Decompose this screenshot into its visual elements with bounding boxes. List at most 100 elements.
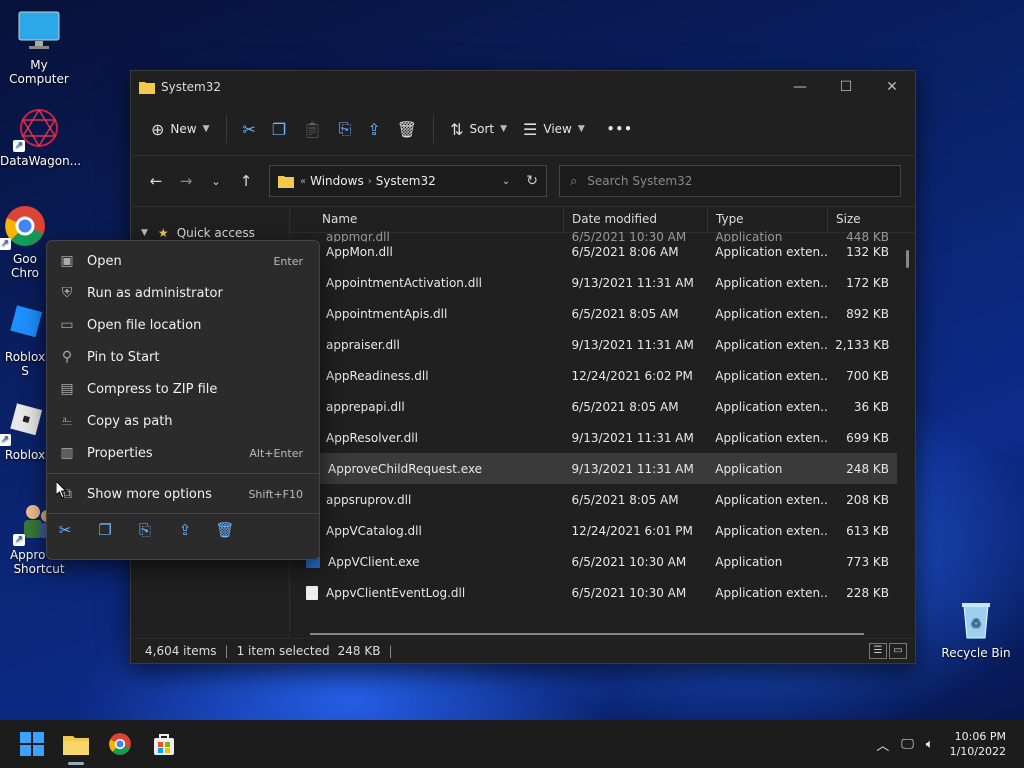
file-type: Application (715, 461, 783, 476)
menu-item-show-more-options[interactable]: ⧉ Show more options Shift+F10 (47, 478, 319, 510)
table-row[interactable]: AppResolver.dll 9/13/2021 11:31 AM Applica… (290, 422, 897, 453)
file-size: 773 KB (846, 554, 889, 569)
details-view-button[interactable]: ☰ (869, 643, 887, 659)
table-row[interactable]: AppointmentApis.dll 6/5/2021 8:05 AM Appli… (290, 298, 897, 329)
taskbar-file-explorer[interactable] (54, 720, 98, 768)
column-size[interactable]: Size (828, 206, 898, 232)
dll-file-icon (306, 585, 318, 600)
column-date-modified[interactable]: Date modified (564, 206, 708, 232)
copy-button[interactable]: ❐ (264, 111, 294, 147)
sort-button[interactable]: ⇅ Sort ▼ (442, 111, 515, 147)
table-row[interactable]: apprepapi.dll 6/5/2021 8:05 AM Application… (290, 391, 897, 422)
breadcrumb-overflow[interactable]: « (300, 176, 306, 187)
forward-button[interactable]: → (171, 172, 201, 190)
maximize-button[interactable]: ☐ (823, 71, 869, 103)
table-row[interactable]: AppVCatalog.dll 12/24/2021 6:01 PM Applica… (290, 515, 897, 546)
trash-icon: 🗑︎ (396, 119, 418, 139)
folder-open-icon: ▭ (60, 317, 74, 333)
file-type: Application exten... (715, 585, 828, 600)
store-icon (154, 734, 174, 755)
zip-icon: ▤ (60, 381, 74, 397)
column-name[interactable]: Name (290, 206, 564, 232)
file-size: 248 KB (846, 461, 889, 476)
breadcrumb-windows[interactable]: Windows (310, 174, 364, 188)
address-bar[interactable]: « Windows › System32 ⌄ ↻ (269, 165, 547, 197)
copy-icon[interactable]: ❐ (95, 521, 115, 539)
menu-item-compress-to-zip-file[interactable]: ▤ Compress to ZIP file (47, 373, 319, 405)
cut-icon[interactable]: ✂ (55, 521, 75, 539)
title-bar[interactable]: System32 — ☐ ✕ (131, 71, 915, 103)
menu-item-run-as-administrator[interactable]: ⛨ Run as administrator (47, 277, 319, 309)
see-more-button[interactable]: ••• (593, 111, 641, 147)
menu-item-open[interactable]: ▣ Open Enter (47, 245, 319, 277)
table-row[interactable]: appraiser.dll 9/13/2021 11:31 AM Applicati… (290, 329, 897, 360)
new-button[interactable]: ⊕ New ▼ (143, 111, 218, 147)
search-icon: ⌕ (570, 173, 578, 189)
nav-item-quick-access[interactable]: ▼ ★ Quick access (131, 226, 289, 240)
system-tray: ︿ 🖵︎ 🔈︎ 10:06 PM 1/10/2022 (870, 729, 1024, 759)
share-button[interactable]: ⇪ (359, 111, 388, 147)
desktop-icon-chrome[interactable]: ↗ Goo Chro (0, 204, 50, 280)
folder-icon (278, 176, 294, 188)
vertical-scrollbar[interactable] (906, 250, 909, 268)
desktop-icon-recycle-bin[interactable]: ♻ Recycle Bin (936, 598, 1016, 660)
search-box[interactable]: ⌕ Search System32 (559, 165, 901, 197)
menu-item-open-file-location[interactable]: ▭ Open file location (47, 309, 319, 341)
tiles-view-button[interactable]: ▭ (889, 643, 907, 659)
desktop-icon-roblox-studio[interactable]: Roblox S (0, 302, 50, 378)
desktop-icon-datawagon[interactable]: ↗ DataWagon... (0, 106, 81, 168)
rename-button[interactable]: ⎘ (331, 111, 360, 147)
delete-icon[interactable]: 🗑︎ (215, 521, 235, 539)
rename-icon[interactable]: ⎘ (135, 521, 155, 539)
horizontal-scrollbar[interactable] (310, 633, 864, 635)
column-type[interactable]: Type (708, 206, 828, 232)
search-placeholder: Search System32 (587, 174, 693, 188)
scissors-icon: ✂ (242, 119, 256, 139)
refresh-icon[interactable]: ↻ (526, 173, 538, 189)
close-button[interactable]: ✕ (869, 71, 915, 103)
volume-icon[interactable]: 🔈︎ (926, 737, 934, 752)
network-icon[interactable]: 🖵︎ (901, 737, 914, 752)
table-row[interactable]: AppvClientEventLog.dll 6/5/2021 10:30 AM A… (290, 577, 897, 608)
view-button[interactable]: ☰ View ▼ (515, 111, 593, 147)
file-list: Name Date modified Type Size appmgr.dll … (290, 206, 915, 639)
cut-button[interactable]: ✂ (235, 111, 264, 147)
desktop-icon-my-computer[interactable]: My Computer (0, 10, 78, 86)
table-row-partial[interactable]: appmgr.dll 6/5/2021 10:30 AM Application… (290, 230, 897, 242)
file-size: 132 KB (846, 244, 889, 259)
start-button[interactable] (10, 720, 54, 768)
breadcrumb-system32[interactable]: System32 (376, 174, 436, 188)
address-dropdown-icon[interactable]: ⌄ (502, 176, 510, 187)
file-size: 699 KB (846, 430, 889, 445)
minimize-button[interactable]: — (777, 71, 823, 103)
delete-button[interactable]: 🗑︎ (389, 111, 425, 147)
chevron-down-icon: ▼ (141, 228, 148, 238)
table-row[interactable]: AppVClient.exe 6/5/2021 10:30 AM Applicati… (290, 546, 897, 577)
recent-locations-button[interactable]: ⌄ (201, 175, 231, 188)
file-name: ApproveChildRequest.exe (328, 461, 483, 476)
table-row[interactable]: AppReadiness.dll 12/24/2021 6:02 PM Applic… (290, 360, 897, 391)
shortcut-arrow-icon: ↗ (13, 140, 25, 152)
show-hidden-icons-button[interactable]: ︿ (876, 735, 889, 754)
share-icon[interactable]: ⇪ (175, 521, 195, 539)
menu-item-copy-as-path[interactable]: ⎁ Copy as path (47, 405, 319, 437)
table-row[interactable]: appsruprov.dll 6/5/2021 8:05 AM Applicatio… (290, 484, 897, 515)
desktop-icon-label: Roblox (4, 448, 46, 462)
menu-item-properties[interactable]: ▥ Properties Alt+Enter (47, 437, 319, 469)
taskbar-microsoft-store[interactable] (142, 720, 186, 768)
clock[interactable]: 10:06 PM 1/10/2022 (950, 729, 1006, 759)
back-button[interactable]: ← (141, 172, 171, 190)
paste-button[interactable]: 📋︎ (294, 111, 330, 147)
up-button[interactable]: ↑ (231, 172, 261, 190)
table-row[interactable]: ApproveChildRequest.exe 9/13/2021 11:31 A… (290, 453, 897, 484)
file-name: AppVCatalog.dll (326, 523, 422, 538)
taskbar-chrome[interactable] (98, 720, 142, 768)
file-date: 6/5/2021 8:05 AM (571, 399, 679, 414)
menu-item-label: Open file location (87, 317, 202, 333)
menu-item-pin-to-start[interactable]: ⚲ Pin to Start (47, 341, 319, 373)
star-icon: ★ (157, 226, 169, 240)
sort-icon: ⇅ (450, 119, 464, 139)
desktop-icon-roblox[interactable]: ↗ Roblox (0, 400, 50, 462)
recycle-bin-icon: ♻ (954, 598, 998, 642)
table-row[interactable]: AppointmentActivation.dll 9/13/2021 11:31… (290, 267, 897, 298)
